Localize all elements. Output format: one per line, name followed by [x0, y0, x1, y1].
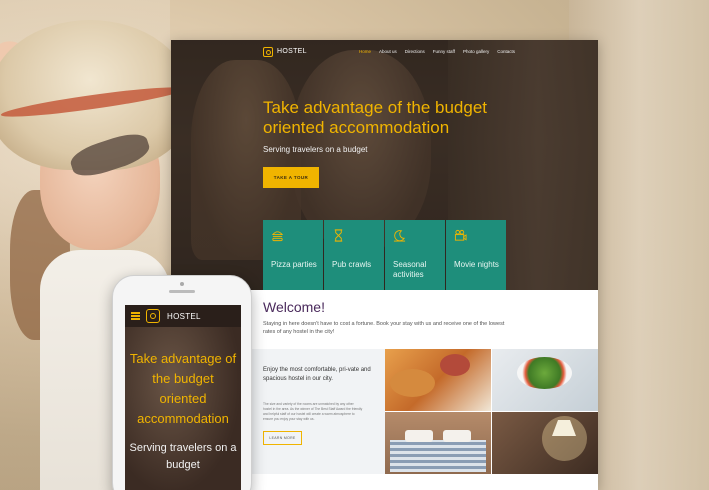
photo-lamp — [492, 412, 598, 474]
nav-item-photo-gallery[interactable]: Photo gallery — [463, 49, 489, 54]
promo-title: Enjoy the most comfortable, pri-vate and… — [263, 367, 371, 382]
phone-speaker — [169, 290, 195, 293]
phone-camera — [180, 282, 184, 286]
photo-salad — [492, 349, 598, 411]
phone-screen: HOSTEL Take advantage of the budget orie… — [125, 305, 241, 490]
hostel-logo-icon[interactable] — [146, 309, 160, 323]
photo-fruit — [440, 354, 470, 376]
photo-salad-bowl — [517, 357, 572, 389]
nav-item-funny-staff[interactable]: Funny staff — [433, 49, 455, 54]
hero-title: Take advantage of the budget oriented ac… — [263, 98, 488, 137]
moon-icon — [393, 230, 406, 242]
learn-more-button[interactable]: LEARN MORE — [263, 431, 302, 445]
photo-breakfast — [385, 349, 491, 411]
photo-pillow — [405, 430, 433, 442]
welcome-heading: Welcome! — [263, 299, 325, 315]
feature-tile-movie-nights[interactable]: Movie nights — [446, 220, 506, 290]
hero-subtitle: Serving travelers on a budget — [263, 145, 368, 154]
mobile-hero-title: Take advantage of the budget oriented ac… — [129, 351, 237, 426]
feature-tile-seasonal-activities[interactable]: Seasonal activities — [385, 220, 445, 290]
photo-pillow — [443, 430, 471, 442]
feature-label: Seasonal activities — [393, 260, 427, 279]
promo-text-column: Enjoy the most comfortable, pri-vate and… — [249, 349, 385, 474]
mobile-hero-subtitle: Serving travelers on a budget — [129, 442, 237, 471]
feature-label: Pizza parties — [271, 260, 317, 269]
brand-name[interactable]: HOSTEL — [277, 48, 307, 55]
nav-links: Home About us Directions Funny staff Pho… — [359, 49, 515, 54]
hamburger-menu-icon[interactable] — [131, 312, 140, 320]
promo-body: The size and variety of the rooms are un… — [263, 402, 363, 421]
top-navigation: HOSTEL Home About us Directions Funny st… — [171, 40, 598, 66]
hero-section: HOSTEL Home About us Directions Funny st… — [171, 40, 598, 290]
nav-item-home[interactable]: Home — [359, 49, 371, 54]
take-a-tour-button[interactable]: TAKE A TOUR — [263, 167, 319, 188]
mobile-brand-name[interactable]: HOSTEL — [167, 312, 201, 321]
nav-item-contacts[interactable]: Contacts — [497, 49, 515, 54]
promo-section: Enjoy the most comfortable, pri-vate and… — [249, 349, 598, 474]
mobile-phone-mockup: HOSTEL Take advantage of the budget orie… — [112, 275, 252, 490]
feature-tiles: Pizza parties Pub crawls Seasonal activi… — [263, 220, 506, 290]
hostel-logo-icon[interactable] — [263, 47, 273, 57]
photo-bed — [390, 440, 486, 472]
hourglass-icon — [334, 229, 343, 242]
feature-label: Pub crawls — [332, 260, 372, 269]
welcome-text: Staying in here doesn't have to cost a f… — [263, 321, 505, 336]
feature-label: Movie nights — [454, 260, 499, 269]
photo-croissant — [390, 369, 435, 397]
feature-tile-pub-crawls[interactable]: Pub crawls — [324, 220, 384, 290]
camera-icon — [454, 229, 467, 241]
mobile-header: HOSTEL — [125, 305, 241, 327]
nav-item-about-us[interactable]: About us — [379, 49, 397, 54]
nav-item-directions[interactable]: Directions — [405, 49, 425, 54]
feature-tile-pizza-parties[interactable]: Pizza parties — [263, 220, 323, 290]
photo-bedroom — [385, 412, 491, 474]
burger-icon — [271, 231, 284, 242]
